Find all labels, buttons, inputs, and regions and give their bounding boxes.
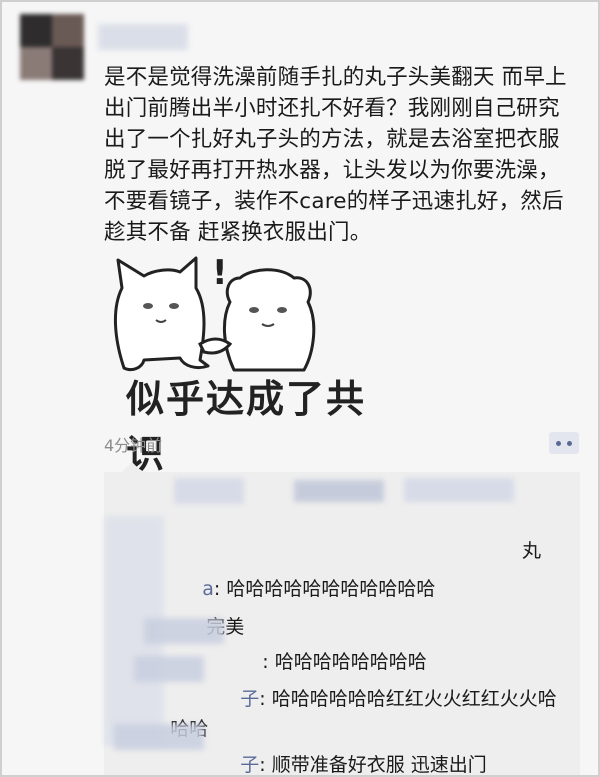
username[interactable] [98,24,188,50]
moments-post-screenshot: 是不是觉得洗澡前随手扎的丸子头美翻天 而早上出门前腾出半小时还扎不好看？我刚刚自… [0,0,600,777]
avatar[interactable] [20,14,84,80]
blurred-name [144,618,224,644]
comment-text: : 顺带准备好衣服 迅速出门 [259,754,487,776]
blurred-name [294,480,384,502]
meme-image[interactable]: ! 似乎达成了共识 [104,248,384,476]
left-cat [114,256,210,372]
blurred-name [404,478,514,502]
more-dot [567,441,572,446]
blurred-name [114,724,204,750]
blurred-name [134,656,204,682]
comment-author[interactable]: 子 [240,754,259,776]
blurred-name [174,478,244,504]
meme-caption: 似乎达成了共识 [126,377,367,476]
comment-item[interactable]: 子: 顺带准备好衣服 迅速出门 [204,720,580,777]
meme-cats-illustration: ! [114,253,316,372]
comment-section: 丸 a: 哈哈哈哈哈哈哈哈哈哈哈 完美 : 哈哈哈哈哈哈哈哈 子: 哈哈哈哈哈哈… [104,462,580,777]
right-bear [222,268,316,372]
more-dot [556,441,561,446]
timestamp: 4分钟前 [104,436,163,455]
meme-exclamation: ! [212,253,228,293]
comment-more-button[interactable] [549,432,579,454]
post-text: 是不是觉得洗澡前随手扎的丸子头美翻天 而早上出门前腾出半小时还扎不好看？我刚刚自… [104,65,567,245]
